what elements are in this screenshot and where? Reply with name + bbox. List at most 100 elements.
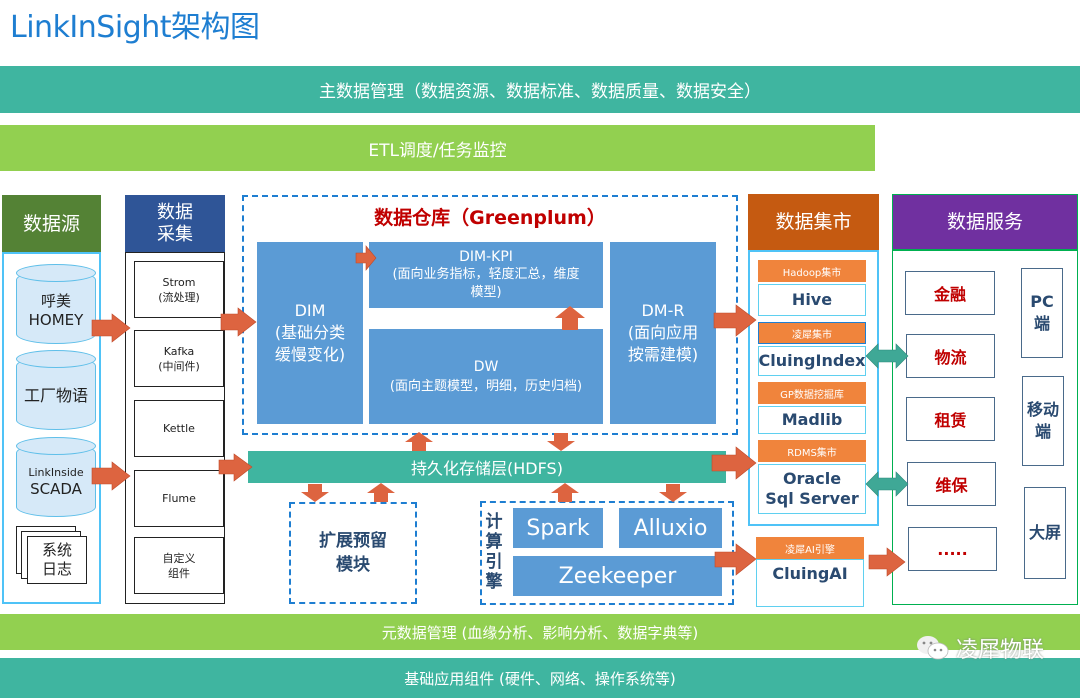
mart-value-sqlserver: Sql Server xyxy=(765,489,859,508)
collector-kettle: Kettle xyxy=(134,400,224,457)
source-label-line2: HOMEY xyxy=(28,311,84,329)
collector-name: Kettle xyxy=(163,422,195,435)
dm-r-name: DM-R xyxy=(641,301,685,320)
cylinder-top xyxy=(16,350,96,368)
mart-value-rdms: Oracle Sql Server xyxy=(758,464,866,514)
device-label-line1: 移动 xyxy=(1026,400,1059,419)
service-more: ..... xyxy=(908,527,997,571)
collector-strom: Strom (流处理) xyxy=(134,261,224,318)
database-homey: 呼美 HOMEY xyxy=(16,264,96,344)
device-big-screen: 大屏 xyxy=(1024,487,1066,579)
dm-r-box: DM-R (面向应用 按需建模) xyxy=(610,242,716,424)
collection-header-line1: 数据 xyxy=(157,201,193,223)
mart-tag-ai-engine: 凌犀AI引擎 xyxy=(756,537,864,559)
arrow-compute-to-hdfs xyxy=(551,483,579,502)
mart-value-madlib: Madlib xyxy=(758,406,866,434)
collector-desc: (中间件) xyxy=(158,359,200,373)
collector-kafka: Kafka (中间件) xyxy=(134,330,224,387)
etl-label: ETL调度/任务监控 xyxy=(368,140,507,161)
data-service-header-label: 数据服务 xyxy=(946,211,1023,233)
alluxio-box: Alluxio xyxy=(619,508,722,548)
system-log-stack: 系统 日志 xyxy=(16,526,87,586)
diagram-title: LinkInSight架构图 xyxy=(10,10,260,45)
logs-label-line1: 系统 xyxy=(41,541,72,559)
dm-r-desc-line2: 按需建模) xyxy=(627,345,699,364)
collector-custom: 自定义 组件 xyxy=(134,537,224,594)
collector-desc: (流处理) xyxy=(158,290,200,304)
alluxio-label: Alluxio xyxy=(633,515,708,541)
device-label-line1: 大屏 xyxy=(1028,523,1061,542)
zookeeper-label: Zeekeeper xyxy=(558,563,677,589)
data-mart-header-label: 数据集市 xyxy=(775,211,852,233)
compute-label-char: 算 xyxy=(485,532,503,552)
extension-label-line1: 扩展预留 xyxy=(319,531,387,551)
device-label-line1: PC xyxy=(1030,292,1054,311)
arrow-hdfs-to-extension xyxy=(301,484,329,502)
mart-value-cluingai: CluingAI xyxy=(756,559,864,607)
wechat-icon xyxy=(916,636,949,660)
device-label-line2: 端 xyxy=(1033,314,1050,333)
data-source-panel: 呼美 HOMEY 工厂物语 LinkInside SCADA 系统 日志 xyxy=(2,252,101,604)
service-finance: 金融 xyxy=(905,271,995,315)
database-linkinside-scada: LinkInside SCADA xyxy=(16,437,96,517)
data-source-header-label: 数据源 xyxy=(22,212,80,235)
dim-name: DIM xyxy=(294,301,326,320)
compute-engine-label: 计 算 引 擎 xyxy=(484,512,504,592)
dim-kpi-desc-line2: 模型) xyxy=(470,285,502,300)
collector-name: 自定义 xyxy=(162,551,196,565)
cylinder-top xyxy=(16,264,96,282)
warehouse-title: 数据仓库（Greenplum） xyxy=(374,206,606,229)
dim-box: DIM (基础分类 缓慢变化) xyxy=(257,242,363,424)
data-service-header: 数据服务 xyxy=(892,194,1078,250)
mart-tag-hadoop: Hadoop集市 xyxy=(758,260,866,282)
arrow-hdfs-to-compute xyxy=(659,484,687,502)
collection-header-line2: 采集 xyxy=(157,223,193,245)
zookeeper-box: Zeekeeper xyxy=(513,556,722,596)
collector-flume: Flume xyxy=(134,470,224,527)
infrastructure-label: 基础应用组件 (硬件、网络、操作系统等) xyxy=(404,669,676,688)
service-logistics: 物流 xyxy=(906,334,995,378)
cylinder-top xyxy=(16,437,96,455)
dw-name: DW xyxy=(473,358,499,375)
watermark: 凌犀物联 xyxy=(916,632,1044,664)
dim-desc-line1: (基础分类 xyxy=(274,323,346,342)
compute-label-char: 计 xyxy=(485,512,503,532)
data-mart-panel: Hadoop集市 Hive 凌犀集市 CluingIndex GP数据挖掘库 M… xyxy=(748,250,879,526)
master-data-label: 主数据管理（数据资源、数据标准、数据质量、数据安全） xyxy=(319,82,761,102)
collector-name: Kafka xyxy=(163,344,195,358)
collection-panel: Strom (流处理) Kafka (中间件) Kettle Flume 自定义… xyxy=(125,252,225,604)
dw-box: DW (面向主题模型，明细，历史归档) xyxy=(369,329,603,424)
arrow-warehouse-to-hdfs xyxy=(547,433,575,451)
etl-bar: ETL调度/任务监控 xyxy=(0,125,875,171)
mart-value-cluingindex: CluingIndex xyxy=(758,346,866,376)
compute-label-char: 擎 xyxy=(485,572,503,592)
collector-name: Flume xyxy=(162,492,196,505)
dim-desc-line2: 缓慢变化) xyxy=(274,345,346,364)
collector-desc: 组件 xyxy=(168,566,190,580)
spark-box: Spark xyxy=(513,508,603,548)
logs-label-line2: 日志 xyxy=(41,560,72,578)
hdfs-label: 持久化存储层(HDFS) xyxy=(411,459,563,478)
spark-label: Spark xyxy=(526,515,590,541)
watermark-label: 凌犀物联 xyxy=(955,638,1044,663)
mart-value-oracle: Oracle xyxy=(782,469,842,488)
data-service-panel: 金融 物流 租赁 维保 ..... PC 端 移动 端 大屏 xyxy=(892,250,1078,605)
dim-kpi-name: DIM-KPI xyxy=(459,249,513,265)
collection-header: 数据 采集 xyxy=(125,195,225,252)
compute-label-char: 引 xyxy=(485,552,503,572)
mart-tag-gp-mining: GP数据挖掘库 xyxy=(758,382,866,404)
source-label-line2: SCADA xyxy=(30,480,82,498)
source-label-line1: 呼美 xyxy=(40,292,71,310)
source-label-line1: LinkInside xyxy=(28,466,84,479)
extension-label-line2: 模块 xyxy=(336,555,370,575)
data-source-header: 数据源 xyxy=(2,195,101,252)
device-pc: PC 端 xyxy=(1021,268,1063,358)
source-label-line1: 工厂物语 xyxy=(23,386,88,405)
arrow-extension-to-hdfs xyxy=(367,483,395,502)
dim-kpi-desc-line1: (面向业务指标，轻度汇总，维度 xyxy=(392,267,580,282)
mart-tag-cluing: 凌犀集市 xyxy=(758,322,866,344)
mart-tag-rdms: RDMS集市 xyxy=(758,440,866,462)
extension-module: 扩展预留 模块 xyxy=(289,502,417,604)
database-factory-story: 工厂物语 xyxy=(16,350,96,430)
data-mart-header: 数据集市 xyxy=(748,194,879,250)
